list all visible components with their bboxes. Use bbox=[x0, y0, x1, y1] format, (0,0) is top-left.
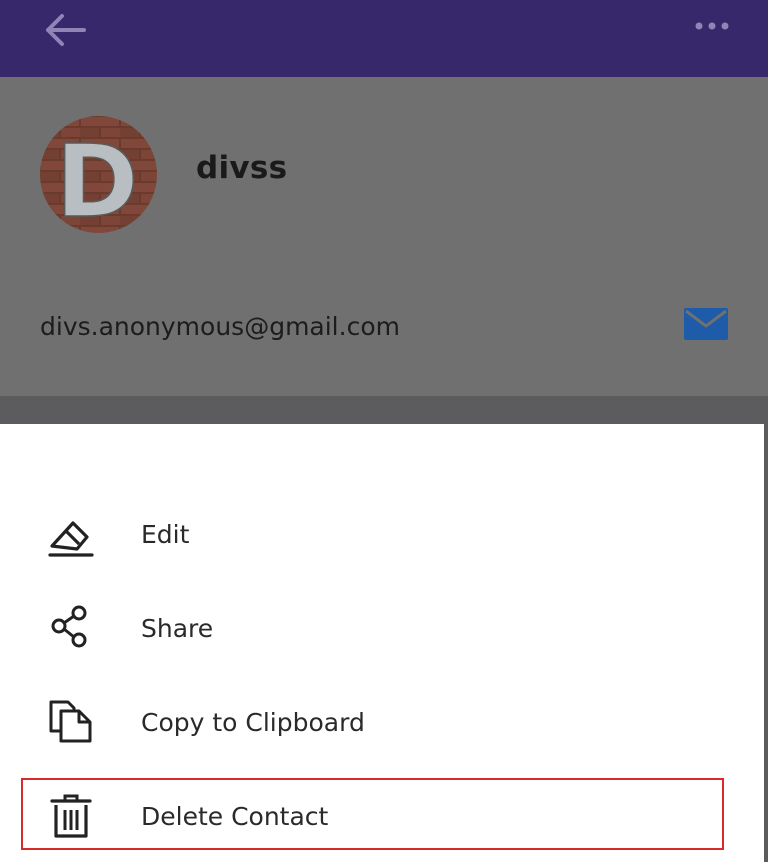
back-button[interactable] bbox=[40, 10, 90, 50]
copy-icon bbox=[46, 697, 96, 747]
avatar: D bbox=[40, 116, 157, 233]
send-email-button[interactable] bbox=[684, 308, 728, 340]
menu-item-share[interactable]: Share bbox=[0, 590, 764, 670]
more-horizontal-icon bbox=[695, 22, 729, 30]
arrow-left-icon bbox=[46, 14, 86, 46]
share-icon bbox=[46, 602, 96, 652]
menu-item-label: Edit bbox=[141, 520, 190, 549]
menu-item-label: Share bbox=[141, 614, 214, 643]
mail-icon bbox=[684, 308, 728, 340]
pencil-icon bbox=[46, 511, 96, 561]
highlight-box bbox=[21, 778, 724, 850]
app-bar bbox=[0, 0, 768, 77]
sheet-edge bbox=[764, 424, 768, 862]
menu-item-copy-to-clipboard[interactable]: Copy to Clipboard bbox=[0, 684, 764, 764]
avatar-letter: D bbox=[55, 123, 138, 233]
email-address[interactable]: divs.anonymous@gmail.com bbox=[40, 312, 400, 341]
divider-strip bbox=[0, 396, 768, 424]
menu-item-edit[interactable]: Edit bbox=[0, 496, 764, 576]
menu-item-label: Copy to Clipboard bbox=[141, 708, 365, 737]
more-options-button[interactable] bbox=[694, 16, 734, 36]
contact-name: divss bbox=[196, 150, 288, 186]
